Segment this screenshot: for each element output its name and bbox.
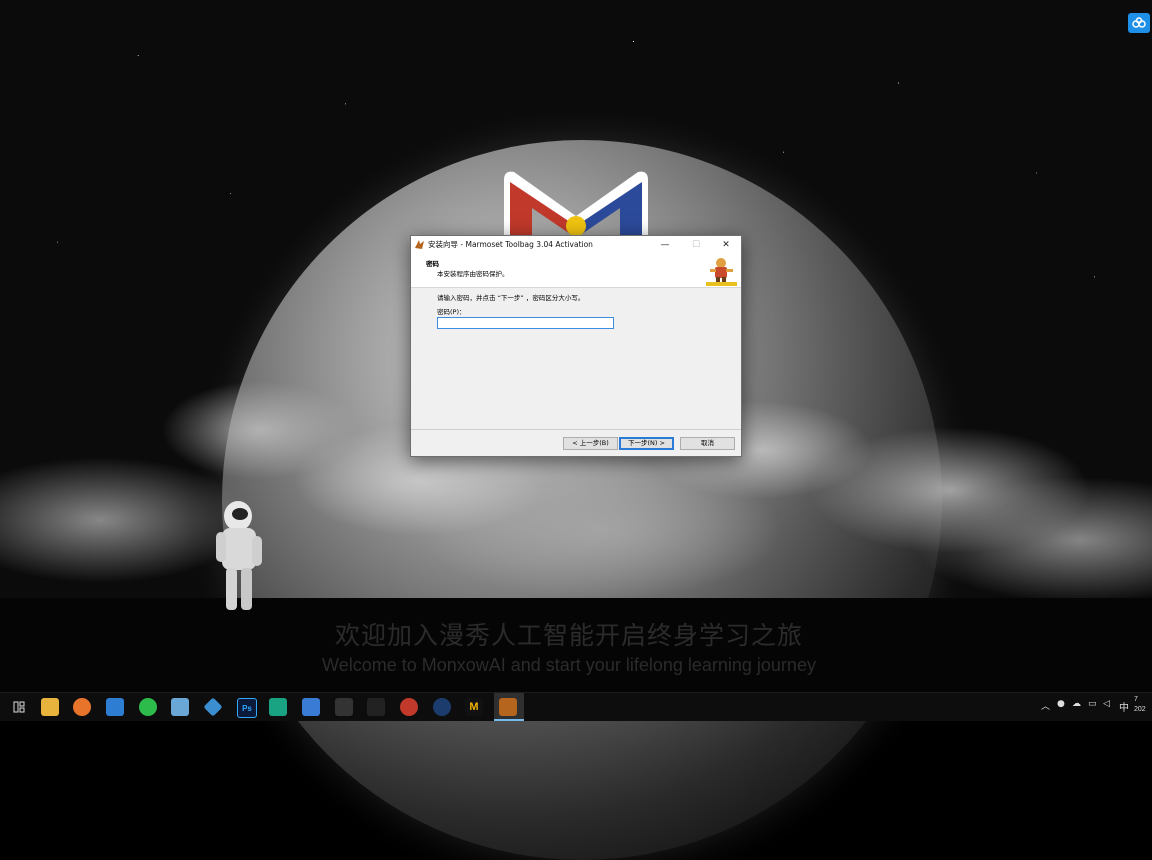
- photo-app-icon[interactable]: [171, 698, 189, 716]
- maximize-button[interactable]: ☐: [681, 236, 711, 253]
- welcome-text-cn: 欢迎加入漫秀人工智能开启终身学习之旅: [334, 622, 803, 650]
- substance-app-icon[interactable]: [269, 698, 287, 716]
- firefox-icon[interactable]: [73, 698, 91, 716]
- installer-dialog: 安装向导 - Marmoset Toolbag 3.04 Activation …: [410, 235, 742, 457]
- page-subtitle: 本安装程序由密码保护。: [437, 270, 509, 278]
- welcome-text-en: Welcome to MonxowAI and start your lifel…: [322, 655, 816, 675]
- cloud-sync-icon[interactable]: [1128, 13, 1150, 33]
- ime-indicator[interactable]: 中: [1119, 699, 1129, 714]
- browser-icon[interactable]: [106, 698, 124, 716]
- instruction-text: 请输入密码，并点击 “下一步” ，密码区分大小写。: [437, 294, 585, 302]
- cancel-button[interactable]: 取消: [680, 437, 735, 450]
- dialog-title: 安装向导 - Marmoset Toolbag 3.04 Activation: [428, 240, 593, 249]
- wizard-header: 密码 本安装程序由密码保护。: [411, 253, 741, 288]
- marmoset-icon[interactable]: M: [465, 698, 483, 716]
- network-icon[interactable]: ▭: [1088, 699, 1097, 709]
- password-label: 密码(P)：: [437, 308, 466, 316]
- brand-logo: [504, 171, 648, 244]
- cinema4d-icon[interactable]: [433, 698, 451, 716]
- tray-expand-icon[interactable]: ︿: [1041, 699, 1050, 712]
- close-icon: ✕: [722, 239, 730, 250]
- uv-app-icon[interactable]: [367, 698, 385, 716]
- dialog-titlebar[interactable]: 安装向导 - Marmoset Toolbag 3.04 Activation …: [411, 236, 741, 253]
- file-explorer-icon[interactable]: [41, 698, 59, 716]
- installer-app-icon: [415, 240, 424, 249]
- next-button[interactable]: 下一步(N) >: [619, 437, 674, 450]
- footer-divider: [411, 429, 741, 430]
- sketch-app-icon[interactable]: [302, 698, 320, 716]
- microphone-icon[interactable]: ●: [1057, 699, 1065, 709]
- clock-time: 7: [1134, 696, 1138, 703]
- 3d-app-icon[interactable]: [203, 697, 223, 717]
- clock-date: 202: [1134, 706, 1146, 713]
- password-field[interactable]: [437, 317, 614, 329]
- back-button[interactable]: < 上一步(B): [563, 437, 618, 450]
- minimize-button[interactable]: —: [650, 236, 680, 253]
- page-title: 密码: [426, 260, 439, 268]
- maximize-icon: ☐: [691, 239, 701, 250]
- minimize-icon: —: [660, 239, 670, 250]
- close-button[interactable]: ✕: [711, 236, 741, 253]
- installer-taskbar-icon[interactable]: [499, 698, 517, 716]
- volume-icon[interactable]: ◁: [1103, 699, 1110, 709]
- clock[interactable]: 7 202: [1134, 695, 1146, 715]
- cloud-tray-icon[interactable]: ☁: [1072, 699, 1081, 709]
- wizard-mascot-image: [704, 255, 739, 286]
- task-view-icon[interactable]: [10, 698, 28, 716]
- zbrush-icon[interactable]: [335, 698, 353, 716]
- photoshop-icon[interactable]: Ps: [237, 698, 257, 718]
- wechat-icon[interactable]: [139, 698, 157, 716]
- substance-painter-icon[interactable]: [400, 698, 418, 716]
- taskbar: Ps M ︿ ● ☁ ▭ ◁ 中 7 202: [0, 692, 1152, 721]
- astronaut-image: [216, 501, 262, 610]
